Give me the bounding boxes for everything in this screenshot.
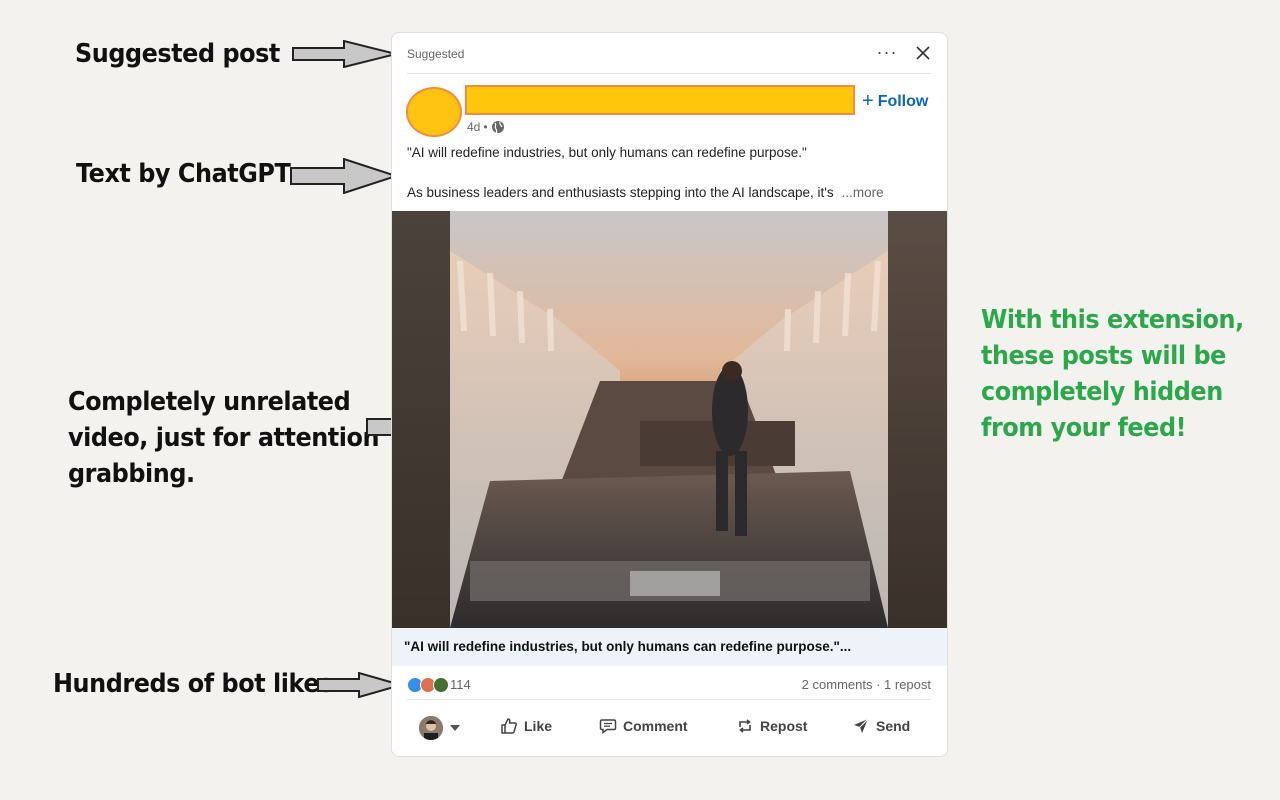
comment-label: Comment — [623, 718, 688, 734]
author-name-redacted[interactable] — [465, 85, 855, 115]
close-icon[interactable] — [912, 41, 934, 65]
post-text-line-content: As business leaders and enthusiasts step… — [407, 185, 834, 200]
like-count[interactable]: 114 — [450, 677, 471, 692]
suggested-post-card: Suggested ··· + Follow 4d • "AI will rede… — [391, 32, 948, 757]
arrow-icon — [290, 158, 398, 194]
annotation-line: these posts will be — [981, 341, 1226, 371]
send-label: Send — [876, 718, 911, 734]
video-letterbox-left — [392, 211, 450, 628]
comment-button[interactable]: Comment — [599, 717, 688, 735]
post-actions: Like Comment Repost Send — [392, 711, 947, 747]
divider — [407, 699, 931, 700]
repost-icon — [739, 719, 751, 733]
follow-button[interactable]: + Follow — [862, 89, 928, 112]
send-button[interactable]: Send — [852, 717, 910, 735]
reaction-icons[interactable] — [407, 677, 449, 693]
post-meta: 4d • — [467, 120, 505, 134]
comments-repost-count[interactable]: 2 comments · 1 repost — [802, 677, 931, 692]
video-player[interactable] — [392, 211, 947, 628]
repost-button[interactable]: Repost — [736, 717, 807, 735]
support-reaction-icon — [433, 677, 449, 693]
annotation-line: Completely unrelated — [68, 387, 351, 417]
chevron-down-icon[interactable] — [450, 724, 460, 732]
social-counts: 114 2 comments · 1 repost — [392, 674, 947, 696]
annotation-line: from your feed! — [981, 413, 1187, 443]
divider — [407, 73, 931, 74]
see-more-link[interactable]: ...more — [842, 185, 884, 200]
avatar[interactable] — [419, 716, 443, 740]
annotation-line: grabbing. — [68, 459, 195, 489]
plus-icon: + — [862, 90, 874, 112]
annotation-text-by-chatgpt: Text by ChatGPT — [76, 159, 291, 189]
post-text-line: "AI will redefine industries, but only h… — [407, 145, 807, 160]
more-options-icon[interactable]: ··· — [876, 38, 898, 66]
comment-icon — [599, 719, 617, 734]
send-icon — [854, 718, 869, 733]
video-caption-bar[interactable]: "AI will redefine industries, but only h… — [392, 628, 947, 666]
annotation-line: video, just for attention — [68, 423, 380, 453]
like-button[interactable]: Like — [500, 717, 552, 735]
annotation-line: completely hidden — [981, 377, 1223, 407]
annotation-bot-likes: Hundreds of bot likes. — [53, 669, 342, 699]
post-age: 4d — [467, 120, 481, 134]
post-header-bar: Suggested ··· — [392, 33, 947, 73]
video-frame — [450, 211, 888, 628]
video-caption: "AI will redefine industries, but only h… — [404, 639, 852, 654]
post-text: "AI will redefine industries, but only h… — [407, 145, 932, 200]
repost-label: Repost — [760, 718, 808, 734]
annotation-unrelated-video: Completely unrelated video, just for att… — [68, 384, 380, 492]
annotation-line: With this extension, — [981, 305, 1244, 335]
post-text-line: As business leaders and enthusiasts step… — [407, 185, 884, 200]
like-label: Like — [524, 718, 553, 734]
annotation-suggested-post: Suggested post — [75, 39, 280, 69]
profile-photo-icon — [419, 716, 443, 740]
annotation-extension-message: With this extension, these posts will be… — [981, 302, 1244, 446]
arrow-icon — [292, 40, 397, 68]
suggested-label: Suggested — [407, 47, 465, 61]
meta-separator: • — [483, 120, 488, 134]
video-letterbox-right — [888, 211, 947, 628]
author-avatar-redacted[interactable] — [406, 87, 462, 137]
follow-label: Follow — [877, 93, 929, 110]
globe-icon — [491, 121, 504, 134]
thumbs-up-icon — [501, 718, 517, 734]
